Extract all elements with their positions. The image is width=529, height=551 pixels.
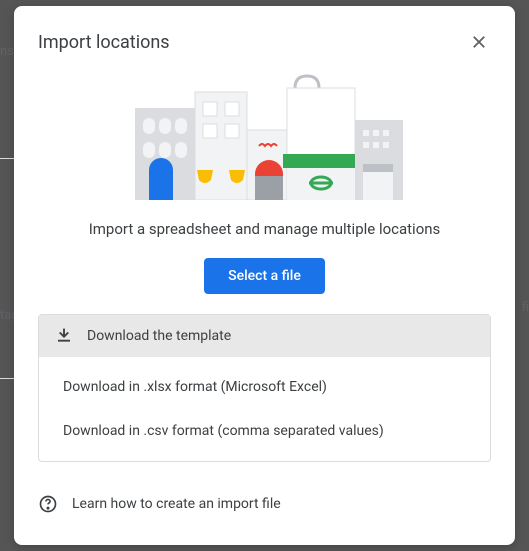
download-csv-option[interactable]: Download in .csv format (comma separated… [39, 409, 490, 453]
import-locations-modal: Import locations [14, 6, 515, 545]
modal-subtitle: Import a spreadsheet and manage multiple… [38, 220, 491, 238]
download-template-section: Download the template Download in .xlsx … [38, 314, 491, 462]
select-file-button[interactable]: Select a file [204, 258, 325, 294]
modal-header: Import locations [38, 30, 491, 54]
template-options: Download in .xlsx format (Microsoft Exce… [39, 357, 490, 461]
close-icon [470, 33, 488, 51]
modal-title: Import locations [38, 32, 170, 53]
download-template-header[interactable]: Download the template [39, 315, 490, 357]
download-xlsx-option[interactable]: Download in .xlsx format (Microsoft Exce… [39, 365, 490, 409]
background-text: ns [0, 44, 14, 59]
buildings-illustration [38, 70, 491, 200]
download-icon [55, 327, 73, 345]
learn-how-link[interactable]: Learn how to create an import file [38, 490, 491, 518]
help-circle-icon [38, 494, 58, 514]
learn-how-label: Learn how to create an import file [72, 496, 281, 512]
download-template-label: Download the template [87, 328, 231, 344]
select-file-wrap: Select a file [38, 258, 491, 294]
background-text: fi [522, 300, 529, 315]
close-button[interactable] [467, 30, 491, 54]
